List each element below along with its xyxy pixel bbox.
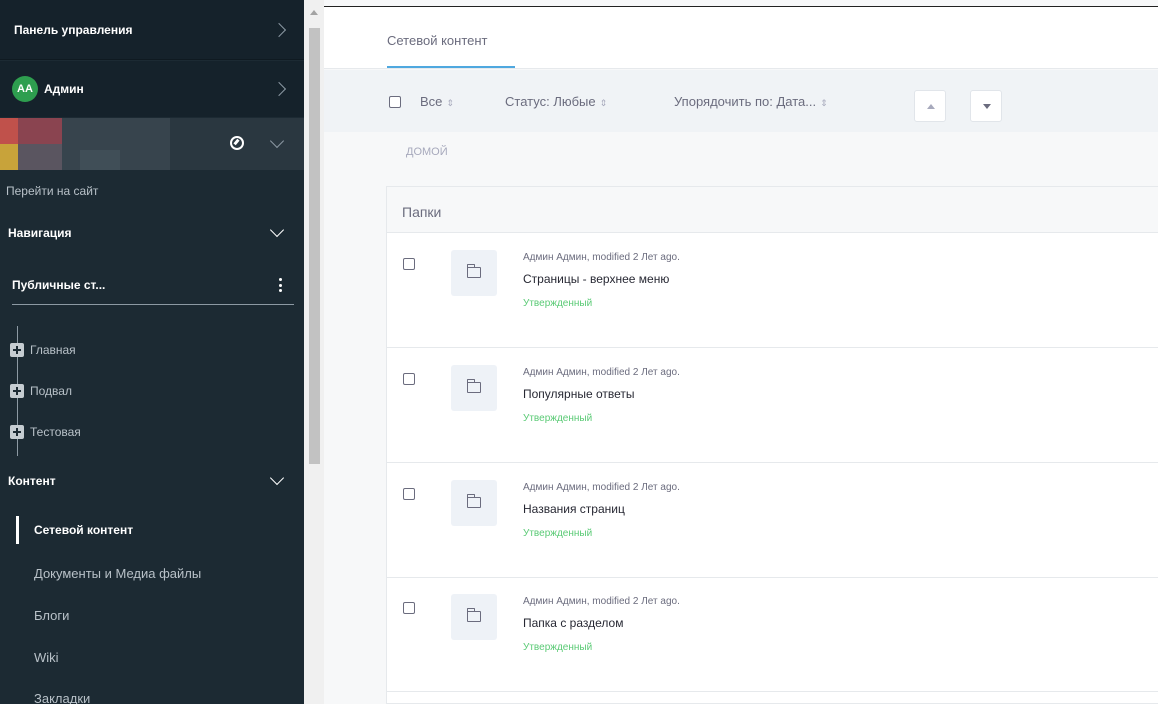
scroll-up-icon[interactable] [310,10,318,15]
management-toolbar: Все ⇕ Статус: Любые ⇕ Упорядочить по: Дата… [324,70,1158,132]
select-all-checkbox[interactable] [389,96,401,108]
chevron-down-icon [269,222,285,238]
control-panel-label: Панель управления [14,22,133,37]
tree-item-footer[interactable]: Подвал [0,380,304,402]
public-pages-label: Публичные ст... [12,278,106,292]
list-item[interactable]: Админ Админ, modified 2 Лет ago. Популяр… [387,349,1158,463]
navigation-label: Навигация [8,226,72,240]
row-meta: Админ Админ, modified 2 Лет ago. [523,367,680,378]
status-badge: Утвержденный [523,528,593,539]
tree-item-label: Подвал [30,384,72,398]
tree-item-main[interactable]: Главная [0,339,304,361]
folder-icon [466,494,481,508]
row-title[interactable]: Популярные ответы [523,387,635,401]
go-to-site-link[interactable]: Перейти на сайт [0,180,304,202]
public-pages-selector[interactable]: Публичные ст... [0,266,304,304]
status-badge: Утвержденный [523,642,593,653]
avatar: AA [12,76,38,102]
user-menu[interactable]: AA Админ [0,61,304,117]
sort-arrows-icon: ⇕ [599,98,608,108]
row-meta: Админ Админ, modified 2 Лет ago. [523,596,680,607]
arrow-up-icon [927,104,935,109]
sidebar-item-bookmarks[interactable]: Закладки [0,678,304,704]
arrow-down-icon [983,104,991,109]
order-by-dropdown[interactable]: Упорядочить по: Дата... ⇕ [674,94,828,109]
site-logo-icon [0,118,170,170]
sidebar-item-web-content[interactable]: Сетевой контент [0,510,304,550]
folder-icon [466,608,481,622]
row-checkbox[interactable] [403,373,415,385]
content-section[interactable]: Контент [0,466,304,496]
tree-item-label: Тестовая [30,425,81,439]
filter-all-label: Все [420,94,443,109]
status-badge: Утвержденный [523,298,593,309]
row-meta: Админ Админ, modified 2 Лет ago. [523,482,680,493]
folders-list: Папки Админ Админ, modified 2 Лет ago. С… [386,186,1158,704]
row-title[interactable]: Папка с разделом [523,616,623,630]
tab-web-content[interactable]: Сетевой контент [387,33,488,48]
order-by-label: Упорядочить по: Дата... [674,94,817,109]
row-title[interactable]: Названия страниц [523,502,625,516]
sort-arrows-icon: ⇕ [446,98,454,108]
content-label: Контент [8,474,56,488]
folder-thumbnail [451,250,497,296]
site-selector[interactable] [0,118,304,170]
list-item[interactable]: Админ Админ, modified 2 Лет ago. Страниц… [387,234,1158,348]
sort-ascending-button[interactable] [914,90,946,122]
breadcrumb[interactable]: домой [406,146,448,158]
sidebar-scrollbar[interactable] [304,0,324,704]
scroll-thumb[interactable] [309,28,320,464]
status-filter-label: Статус: Любые [505,94,596,109]
chevron-right-icon [271,22,287,38]
kebab-menu-icon[interactable] [279,278,282,292]
folder-icon [466,264,481,278]
folders-header: Папки [387,187,1158,233]
control-panel-header[interactable]: Панель управления [0,0,304,60]
tree-item-label: Главная [30,343,76,357]
navigation-section[interactable]: Навигация [0,218,304,248]
sort-arrows-icon: ⇕ [820,98,828,108]
sidebar: Панель управления AA Админ Перейти на са… [0,0,304,704]
chevron-down-icon[interactable] [269,133,285,149]
sidebar-item-documents-media[interactable]: Документы и Медиа файлы [0,553,304,593]
row-meta: Админ Админ, modified 2 Лет ago. [523,252,680,263]
tree-item-test[interactable]: Тестовая [0,421,304,443]
sidebar-item-blogs[interactable]: Блоги [0,595,304,635]
folder-thumbnail [451,365,497,411]
folder-thumbnail [451,594,497,640]
list-item[interactable]: Админ Админ, modified 2 Лет ago. Папка с… [387,578,1158,692]
folder-icon [466,379,481,393]
status-filter-dropdown[interactable]: Статус: Любые ⇕ [505,94,607,109]
folder-thumbnail [451,480,497,526]
user-name: Админ [44,82,84,96]
compass-icon[interactable] [230,136,244,150]
row-checkbox[interactable] [403,488,415,500]
chevron-right-icon [271,81,287,97]
main-content: Сетевой контент Все ⇕ Статус: Любые ⇕ Упор… [324,0,1158,704]
active-tab-indicator [387,66,515,68]
expand-plus-icon[interactable] [10,343,24,357]
expand-plus-icon[interactable] [10,425,24,439]
tab-bar: Сетевой контент [324,7,1158,69]
divider [12,304,294,305]
filter-all-dropdown[interactable]: Все ⇕ [420,94,454,109]
expand-plus-icon[interactable] [10,384,24,398]
row-checkbox[interactable] [403,602,415,614]
sort-descending-button[interactable] [970,90,1002,122]
row-title[interactable]: Страницы - верхнее меню [523,272,669,286]
row-checkbox[interactable] [403,258,415,270]
sidebar-item-wiki[interactable]: Wiki [0,637,304,677]
list-item[interactable]: Админ Админ, modified 2 Лет ago. Названи… [387,464,1158,578]
status-badge: Утвержденный [523,413,593,424]
chevron-down-icon [269,470,285,486]
